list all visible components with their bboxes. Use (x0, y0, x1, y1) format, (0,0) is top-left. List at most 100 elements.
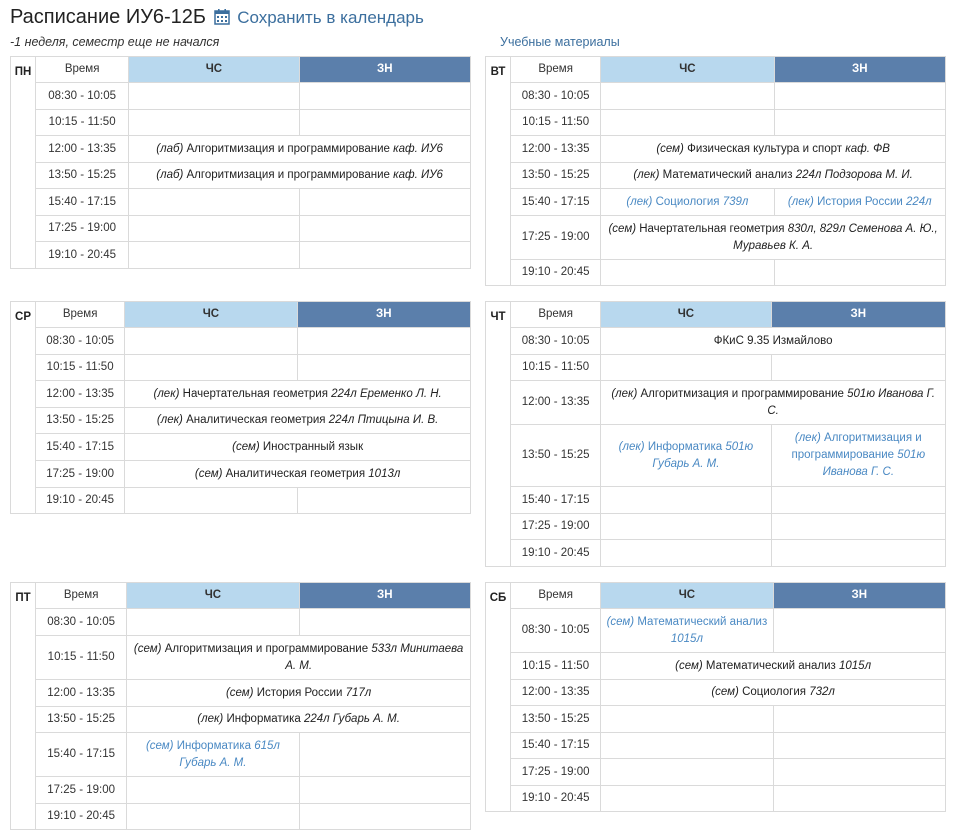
table-row: 13:50 - 15:25 (лек) Информатика 224л Губа… (11, 706, 471, 733)
table-row: 13:50 - 15:25 (лек) Информатика 501ю Губа… (486, 424, 947, 487)
empty-cell (298, 803, 472, 830)
empty-cell (600, 513, 772, 540)
lesson-cell: (лек) Информатика 501ю Губарь А. М. (600, 424, 772, 487)
lesson-cell: (сем) Аналитическая геометрия 1013л (124, 460, 471, 488)
table-row: 10:15 - 11:50 (сем) Алгоритмизация и прог… (11, 635, 471, 680)
time-slot: 08:30 - 10:05 (35, 608, 128, 636)
empty-cell (124, 487, 298, 514)
empty-cell (770, 354, 947, 381)
table-row: 19:10 - 20:45 (486, 259, 947, 286)
page-title: Расписание ИУ6-12Б Сохранить в календарь (10, 6, 424, 31)
lesson-cell: (сем) Математический анализ 1015л (600, 652, 946, 680)
time-slot: 15:40 - 17:15 (35, 732, 128, 777)
table-header-row: ПТ Время ЧС ЗН (9, 582, 472, 830)
table-row: 12:00 - 13:35 (сем) История России 717л (11, 679, 471, 707)
empty-cell (600, 705, 774, 733)
time-slot: 12:00 - 13:35 (510, 380, 602, 425)
empty-cell (296, 327, 472, 355)
time-slot: 12:00 - 13:35 (35, 679, 128, 707)
day-schedule-table: ПН Время ЧС ЗН 08:30 - 10:05 10:15 - 11:50 12:… (9, 56, 472, 269)
empty-cell (600, 109, 775, 136)
lesson-type: (сем) (656, 142, 684, 155)
lesson-subject: Аналитическая геометрия (225, 467, 366, 480)
empty-cell (600, 354, 772, 381)
lesson-type: (сем) (232, 440, 260, 453)
day-label: ПН (9, 56, 37, 269)
page-title-text: Расписание ИУ6-12Б (10, 6, 207, 28)
lesson-subject: Информатика (647, 440, 723, 453)
lesson-subject: Аналитическая геометрия (186, 414, 326, 426)
lesson-subject: Физическая культура и спорт (687, 142, 843, 155)
lesson-type: (лек) (611, 387, 638, 400)
save-to-calendar-link[interactable]: Сохранить в календарь (237, 8, 424, 27)
empty-cell (772, 758, 947, 786)
zn-week-header: ЗН (296, 301, 472, 328)
day-schedule-table: СР Время ЧС ЗН 08:30 - 10:05 10:15 - 11:50 12:… (9, 301, 472, 514)
lesson-details: каф. ИУ6 (393, 142, 443, 155)
day-schedule-table: ПТ Время ЧС ЗН 08:30 - 10:05 10:15 - 11:50 (се… (9, 582, 472, 830)
time-slot: 10:15 - 11:50 (510, 652, 602, 680)
table-row: 19:10 - 20:45 (11, 803, 472, 830)
lesson-type: (лаб) (156, 169, 184, 181)
cs-week-header: ЧС (124, 301, 298, 328)
empty-cell (772, 785, 947, 812)
empty-cell (128, 188, 300, 216)
day-label: ПТ (9, 582, 37, 830)
lesson-subject: Алгоритмизация и программирование (186, 142, 390, 155)
lesson-type: (сем) (606, 615, 635, 628)
cs-week-header: ЧС (600, 582, 774, 609)
time-slot: 13:50 - 15:25 (35, 407, 126, 434)
time-slot: 13:50 - 15:25 (510, 162, 602, 189)
empty-cell (296, 354, 472, 381)
lesson-cell: (сем) Алгоритмизация и программирование … (126, 635, 471, 680)
lesson-type: (лек) (618, 440, 645, 453)
table-header-row: СР Время ЧС ЗН (9, 301, 472, 514)
lesson-details: 224л Еременко Л. Н. (331, 387, 442, 400)
empty-cell (296, 487, 472, 514)
empty-cell (772, 732, 947, 759)
time-slot: 08:30 - 10:05 (35, 327, 126, 355)
day-schedule-table: СБ Время ЧС ЗН 08:30 - 10:05 (сем) Математиче… (484, 582, 947, 812)
day-schedule-table: ЧТ Время ЧС ЗН 08:30 - 10:05 ФКиС 9.35 Измайл… (484, 301, 947, 567)
time-column-header: Время (35, 582, 128, 609)
lesson-cell: (лек) Начертательная геометрия 224л Ерем… (124, 380, 471, 408)
empty-cell (126, 608, 300, 636)
lesson-details: 732л (809, 686, 835, 698)
time-slot: 10:15 - 11:50 (35, 109, 130, 136)
cs-week-header: ЧС (600, 301, 772, 328)
empty-cell (773, 259, 947, 286)
time-slot: 12:00 - 13:35 (510, 135, 602, 163)
time-slot: 19:10 - 20:45 (35, 487, 126, 514)
table-row: 17:25 - 19:00 (11, 215, 472, 242)
empty-cell (128, 215, 300, 242)
table-row: 12:00 - 13:35 (лек) Алгоритмизация и прог… (486, 380, 946, 425)
lesson-subject: Математический анализ (705, 659, 836, 672)
empty-cell (298, 732, 472, 777)
time-slot: 10:15 - 11:50 (510, 109, 602, 136)
zn-week-header: ЗН (770, 301, 947, 328)
table-row: 13:50 - 15:25 (лаб) Алгоритмизация и прог… (11, 162, 471, 189)
empty-cell (128, 241, 300, 269)
table-header-row: ВТ Время ЧС ЗН (484, 56, 947, 286)
table-header-row: СБ Время ЧС ЗН (484, 582, 947, 812)
day-label: СБ (484, 582, 512, 812)
study-materials-link[interactable]: Учебные материалы (500, 35, 620, 49)
empty-cell (600, 259, 775, 286)
lesson-subject: Математический анализ (662, 169, 793, 181)
empty-cell (128, 82, 300, 110)
empty-cell (772, 705, 947, 733)
lesson-type: (сем) (675, 659, 703, 672)
lesson-type: (лек) (794, 432, 821, 444)
table-row: 17:25 - 19:00 (486, 513, 947, 540)
time-slot: 15:40 - 17:15 (510, 732, 602, 759)
time-slot: 17:25 - 19:00 (510, 758, 602, 786)
empty-cell (773, 109, 947, 136)
table-row: 10:15 - 11:50 (11, 354, 472, 381)
lesson-cell: ФКиС 9.35 Измайлово (600, 327, 946, 355)
lesson-details: 224л (906, 195, 932, 208)
calendar-icon[interactable] (213, 8, 230, 31)
table-row: 10:15 - 11:50 (11, 109, 472, 136)
table-row: 13:50 - 15:25 (лек) Аналитическая геометр… (11, 407, 471, 434)
lesson-details: 224л Губарь А. М. (303, 713, 400, 725)
lesson-type: (сем) (145, 739, 174, 752)
